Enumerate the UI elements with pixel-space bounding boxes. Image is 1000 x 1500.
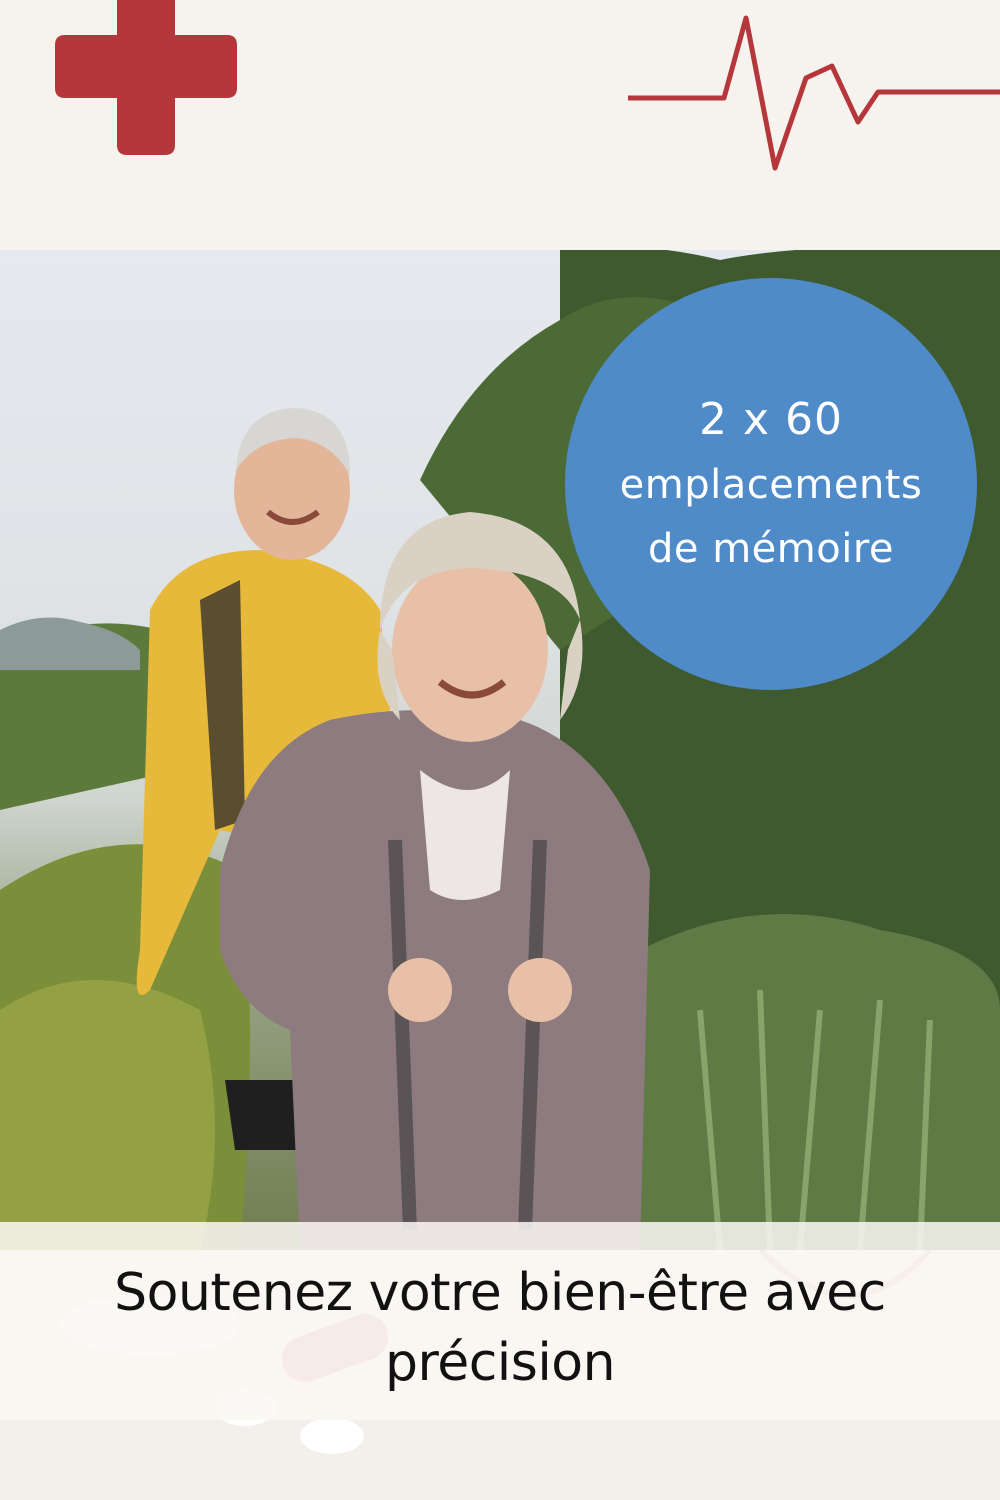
badge-line-3: de mémoire: [647, 526, 894, 572]
caption-line-2: précision: [384, 1333, 616, 1393]
badge-line-2: emplacements: [619, 462, 923, 508]
memory-slots-badge: 2 x 60 emplacements de mémoire: [565, 278, 977, 690]
badge-line-1: 2 x 60: [699, 394, 843, 445]
heartbeat-line-icon: [628, 15, 1000, 171]
medical-cross-icon: [55, 0, 237, 155]
caption-line-1: Soutenez votre bien-être avec: [114, 1263, 886, 1323]
caption: Soutenez votre bien-être avec précision: [0, 1258, 1000, 1398]
